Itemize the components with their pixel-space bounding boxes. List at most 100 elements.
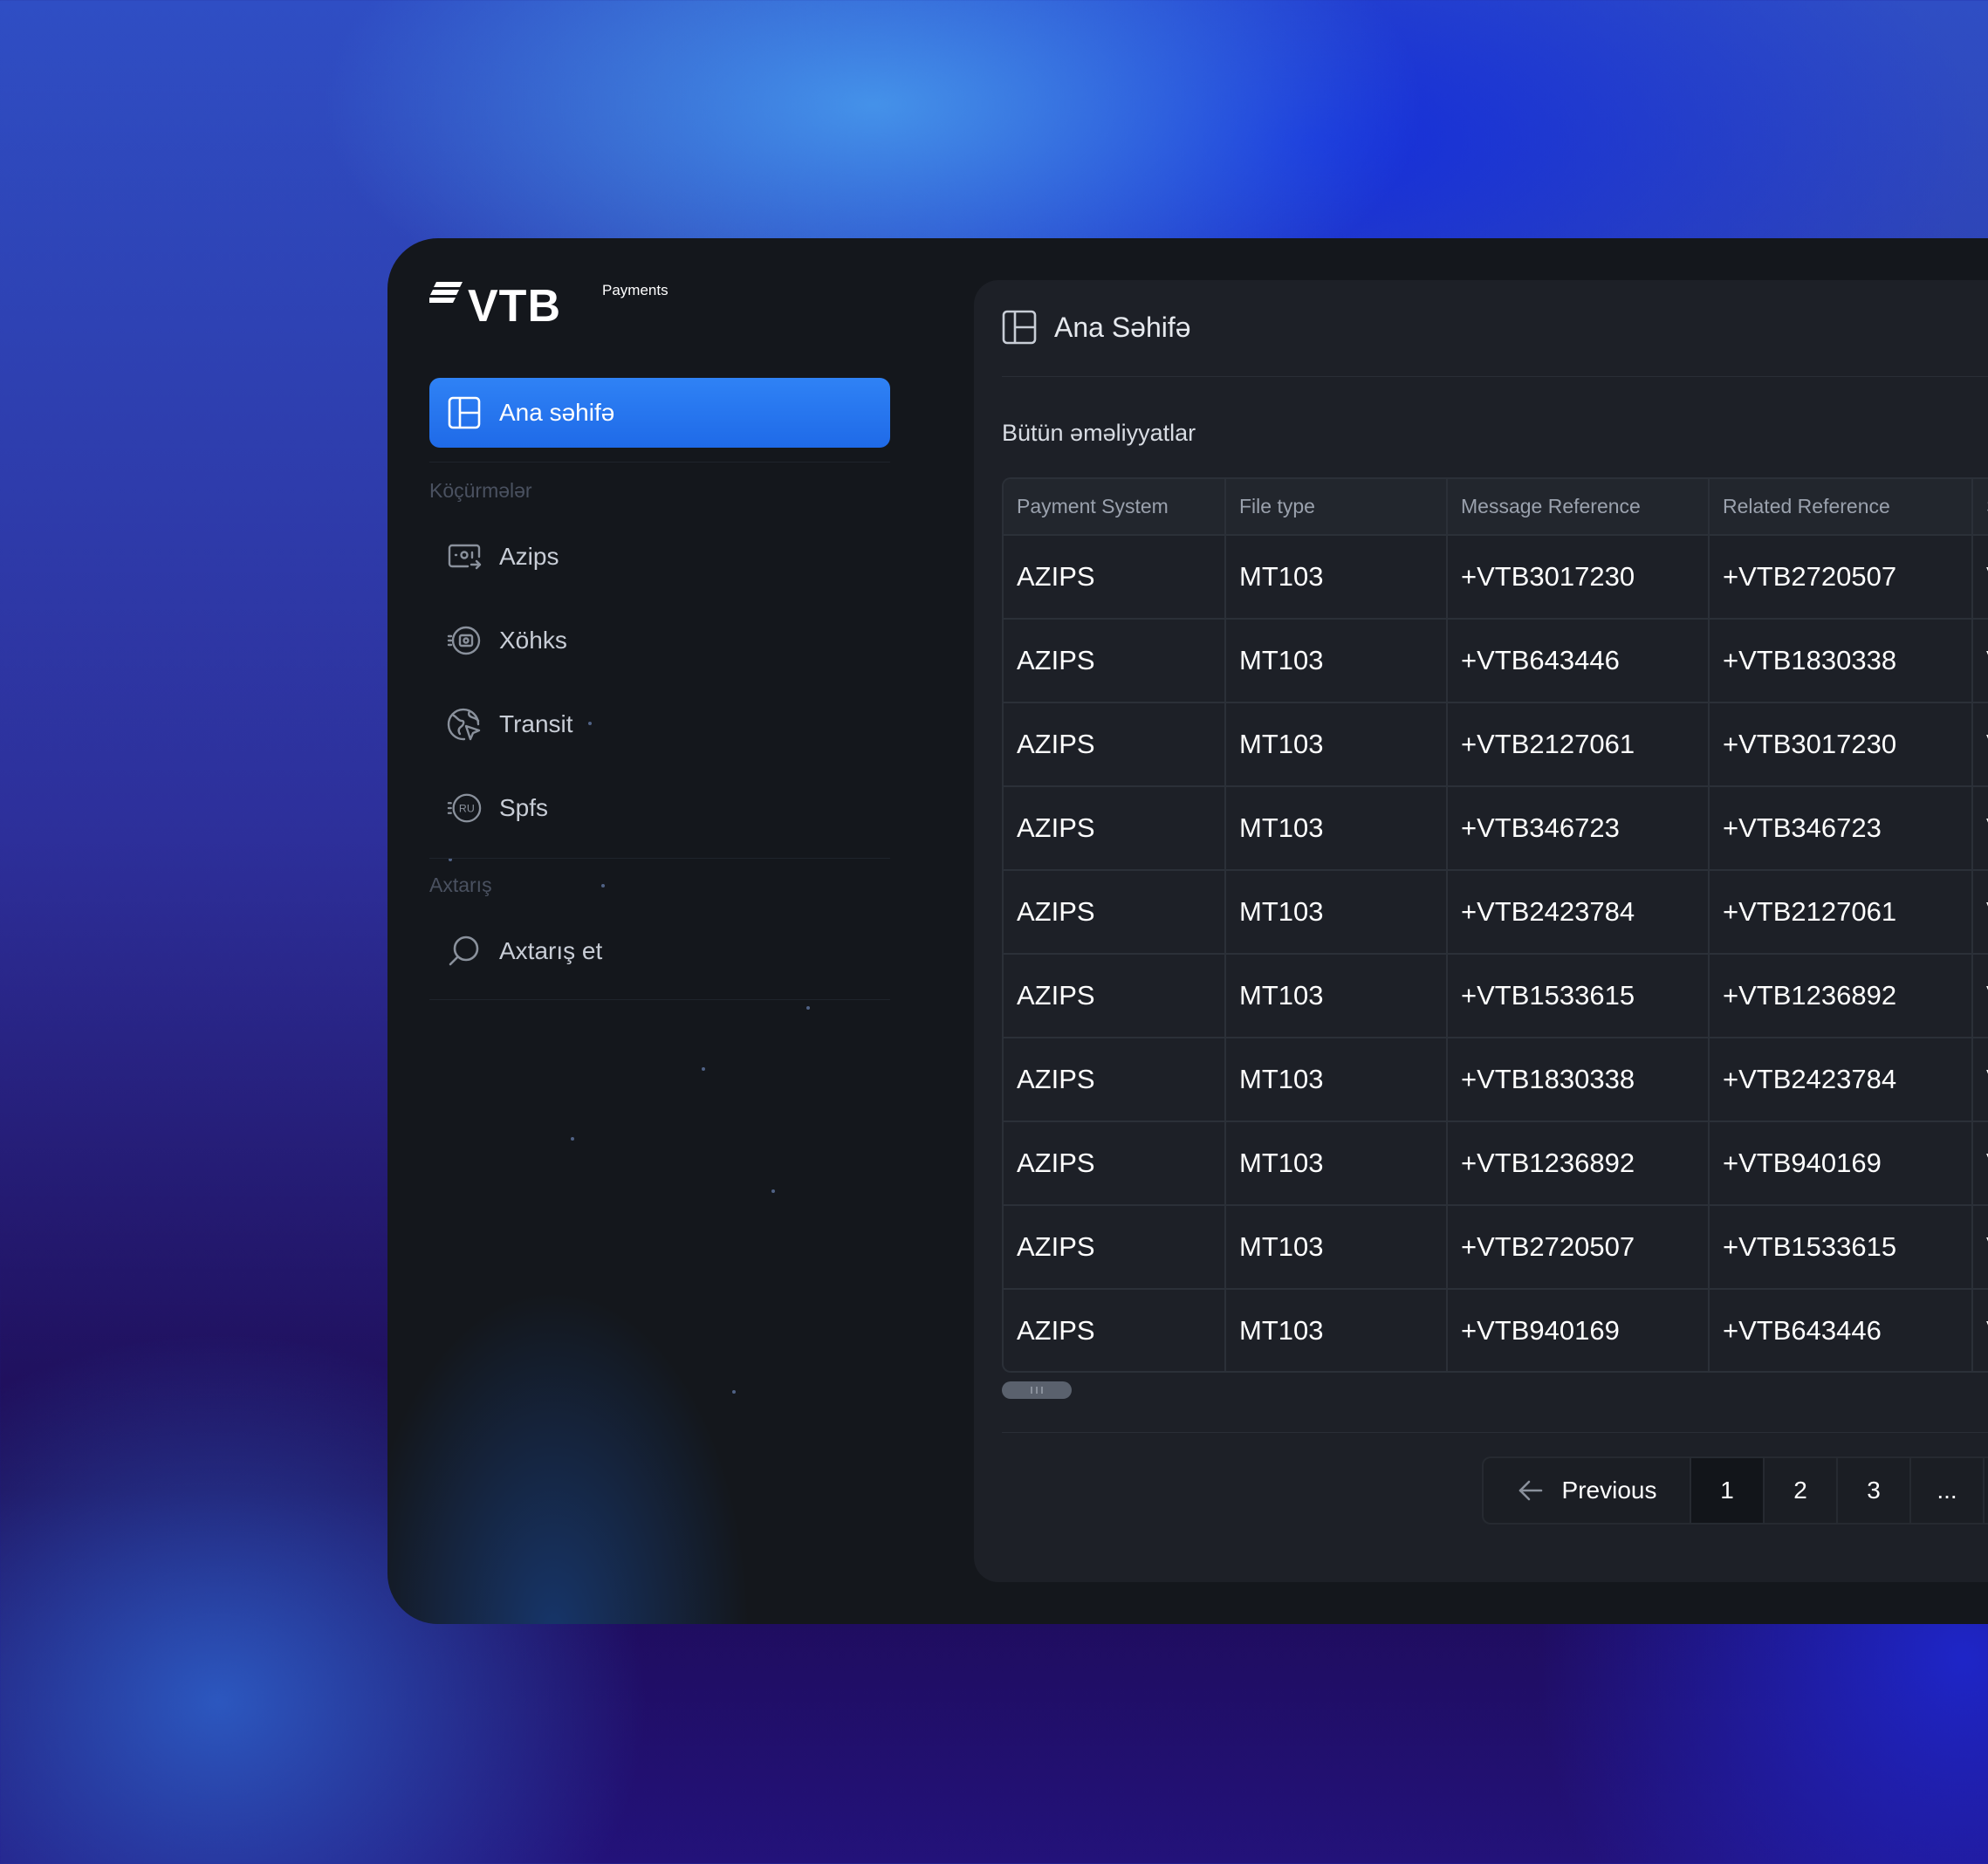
- app-window: VTB Payments Ana səhifə Köçürmələr Azips: [387, 238, 1988, 1624]
- brand-product: Payments: [602, 282, 668, 298]
- payment-system-cell: AZIPS: [1004, 1205, 1226, 1290]
- file-type-cell: MT103: [1225, 1038, 1448, 1122]
- truncated-cell: V: [1972, 1038, 1988, 1122]
- file-type-cell: MT103: [1225, 1289, 1448, 1371]
- related-reference-cell: +VTB2127061: [1709, 870, 1973, 955]
- vtb-logo-icon: [429, 282, 463, 303]
- table-row[interactable]: AZIPSMT103+VTB940169+VTB643446V: [1004, 1289, 1988, 1371]
- brand-name: VTB: [468, 281, 561, 332]
- section-title: Bütün əməliyyatlar: [1002, 420, 1196, 446]
- related-reference-cell: +VTB3017230: [1709, 702, 1973, 787]
- column-header-file-type[interactable]: File type: [1225, 479, 1448, 536]
- sidebar-item-spfs[interactable]: RU Spfs: [429, 773, 890, 843]
- page-title: Ana Səhifə: [1054, 311, 1191, 343]
- column-header-payment-system[interactable]: Payment System: [1004, 479, 1226, 536]
- horizontal-scrollbar[interactable]: [1002, 1381, 1072, 1399]
- sidebar-section-search: Axtarış: [429, 874, 492, 896]
- sidebar-item-label: Transit: [499, 710, 573, 737]
- truncated-cell: V: [1972, 870, 1988, 955]
- previous-page-button[interactable]: Previous: [1484, 1458, 1691, 1523]
- star-dot: [732, 1390, 736, 1394]
- camera-icon: [447, 623, 482, 658]
- sidebar-item-transit[interactable]: Transit: [429, 689, 890, 759]
- related-reference-cell: +VTB346723: [1709, 786, 1973, 871]
- related-reference-cell: +VTB2423784: [1709, 1038, 1973, 1122]
- truncated-cell: V: [1972, 786, 1988, 871]
- star-dot: [771, 1189, 775, 1193]
- table-row[interactable]: AZIPSMT103+VTB1830338+VTB2423784V: [1004, 1038, 1988, 1122]
- ru-coin-icon: RU: [447, 791, 482, 826]
- table-row[interactable]: AZIPSMT103+VTB1236892+VTB940169V: [1004, 1121, 1988, 1206]
- message-reference-cell: +VTB2423784: [1447, 870, 1710, 955]
- transfer-icon: [447, 539, 482, 574]
- message-reference-cell: +VTB643446: [1447, 619, 1710, 703]
- column-header-message-reference[interactable]: Message Reference: [1447, 479, 1710, 536]
- file-type-cell: MT103: [1225, 619, 1448, 703]
- message-reference-cell: +VTB940169: [1447, 1289, 1710, 1371]
- star-dot: [601, 884, 605, 887]
- page-ellipsis[interactable]: ...: [1911, 1458, 1985, 1523]
- sidebar-divider: [429, 858, 890, 859]
- layout-icon: [1002, 310, 1037, 345]
- sidebar-item-label: Azips: [499, 543, 559, 570]
- payment-system-cell: AZIPS: [1004, 954, 1226, 1038]
- message-reference-cell: +VTB1533615: [1447, 954, 1710, 1038]
- payment-system-cell: AZIPS: [1004, 1038, 1226, 1122]
- truncated-cell: V: [1972, 1205, 1988, 1290]
- file-type-cell: MT103: [1225, 954, 1448, 1038]
- sidebar-item-xohks[interactable]: Xöhks: [429, 606, 890, 675]
- sidebar-item-azips[interactable]: Azips: [429, 522, 890, 592]
- truncated-cell: V: [1972, 1289, 1988, 1371]
- sidebar-item-label: Axtarış et: [499, 937, 603, 964]
- message-reference-cell: +VTB346723: [1447, 786, 1710, 871]
- truncated-cell: V: [1972, 1121, 1988, 1206]
- background-glow: [387, 1024, 998, 1624]
- sidebar-divider: [429, 462, 890, 463]
- related-reference-cell: +VTB940169: [1709, 1121, 1973, 1206]
- page-header: Ana Səhifə: [1002, 310, 1191, 345]
- header-divider: [1002, 376, 1988, 377]
- scrollbar-grip[interactable]: [1031, 1387, 1043, 1394]
- page-button-2[interactable]: 2: [1765, 1458, 1838, 1523]
- sidebar-item-search[interactable]: Axtarış et: [429, 916, 890, 986]
- file-type-cell: MT103: [1225, 1205, 1448, 1290]
- file-type-cell: MT103: [1225, 870, 1448, 955]
- table-row[interactable]: AZIPSMT103+VTB2720507+VTB1533615V: [1004, 1205, 1988, 1290]
- star-dot: [571, 1137, 574, 1141]
- sidebar-item-label: Spfs: [499, 794, 549, 821]
- previous-page-label: Previous: [1561, 1477, 1657, 1504]
- payment-system-cell: AZIPS: [1004, 786, 1226, 871]
- payment-system-cell: AZIPS: [1004, 535, 1226, 620]
- payment-system-cell: AZIPS: [1004, 1289, 1226, 1371]
- transactions-table[interactable]: Payment System File type Message Referen…: [1002, 477, 1988, 1373]
- table-row[interactable]: AZIPSMT103+VTB2423784+VTB2127061V: [1004, 870, 1988, 955]
- related-reference-cell: +VTB1236892: [1709, 954, 1973, 1038]
- file-type-cell: MT103: [1225, 1121, 1448, 1206]
- message-reference-cell: +VTB1830338: [1447, 1038, 1710, 1122]
- table-row[interactable]: AZIPSMT103+VTB1533615+VTB1236892V: [1004, 954, 1988, 1038]
- main-panel: Ana Səhifə Bütün əməliyyatlar Payment Sy…: [974, 280, 1988, 1582]
- column-header-truncated[interactable]: S: [1972, 479, 1988, 536]
- table-row[interactable]: AZIPSMT103+VTB346723+VTB346723V: [1004, 786, 1988, 871]
- search-icon: [447, 934, 482, 969]
- truncated-cell: V: [1972, 702, 1988, 787]
- arrow-left-icon: [1518, 1480, 1542, 1501]
- truncated-cell: V: [1972, 619, 1988, 703]
- sidebar-item-home[interactable]: Ana səhifə: [429, 378, 890, 448]
- table-row[interactable]: AZIPSMT103+VTB3017230+VTB2720507V: [1004, 535, 1988, 620]
- message-reference-cell: +VTB1236892: [1447, 1121, 1710, 1206]
- page-button-1[interactable]: 1: [1691, 1458, 1765, 1523]
- star-dot: [806, 1006, 810, 1010]
- truncated-cell: V: [1972, 535, 1988, 620]
- sidebar-divider: [429, 999, 890, 1000]
- page-button-3[interactable]: 3: [1838, 1458, 1911, 1523]
- related-reference-cell: +VTB1533615: [1709, 1205, 1973, 1290]
- table-row[interactable]: AZIPSMT103+VTB2127061+VTB3017230V: [1004, 702, 1988, 787]
- file-type-cell: MT103: [1225, 535, 1448, 620]
- file-type-cell: MT103: [1225, 702, 1448, 787]
- related-reference-cell: +VTB643446: [1709, 1289, 1973, 1371]
- table-row[interactable]: AZIPSMT103+VTB643446+VTB1830338V: [1004, 619, 1988, 703]
- column-header-related-reference[interactable]: Related Reference: [1709, 479, 1973, 536]
- message-reference-cell: +VTB3017230: [1447, 535, 1710, 620]
- message-reference-cell: +VTB2720507: [1447, 1205, 1710, 1290]
